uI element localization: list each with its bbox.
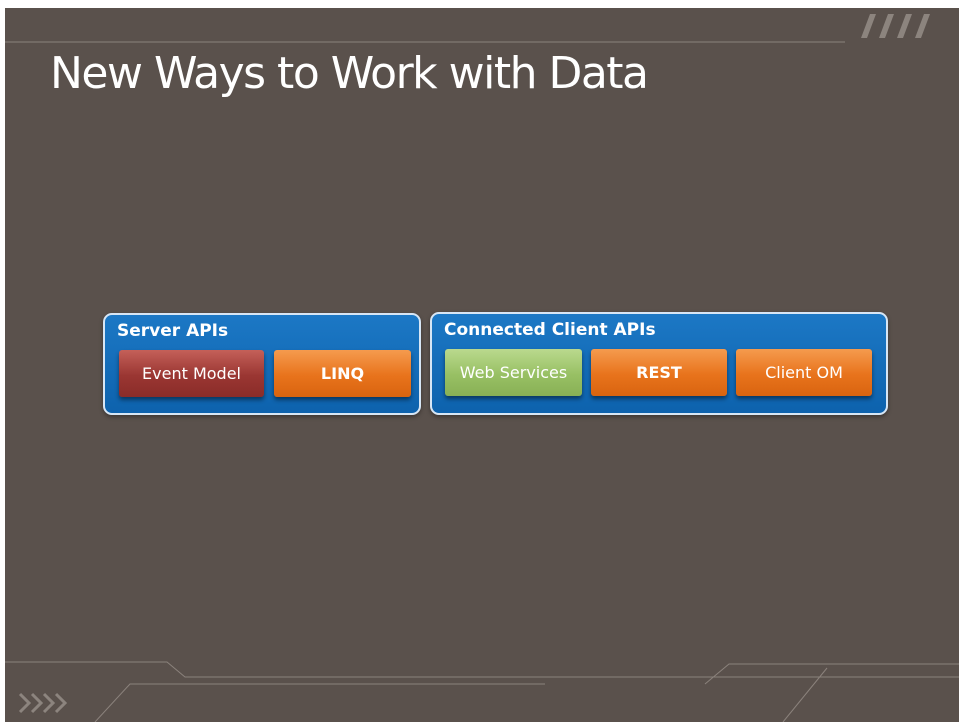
group-label: Server APIs bbox=[117, 321, 229, 341]
connected-client-apis-group: Connected Client APIs Web Services REST … bbox=[430, 312, 888, 415]
slide: New Ways to Work with Data Server APIs E… bbox=[5, 8, 959, 722]
chevron-arrows-icon bbox=[18, 692, 68, 714]
web-services-box: Web Services bbox=[445, 349, 582, 396]
server-apis-group: Server APIs Event Model LINQ bbox=[103, 313, 421, 415]
slash-stripes-icon bbox=[861, 14, 930, 38]
slide-title: New Ways to Work with Data bbox=[50, 48, 649, 99]
linq-box: LINQ bbox=[274, 350, 411, 397]
client-om-box: Client OM bbox=[736, 349, 872, 396]
event-model-box: Event Model bbox=[119, 350, 264, 397]
rest-box: REST bbox=[591, 349, 727, 396]
group-label: Connected Client APIs bbox=[444, 320, 656, 340]
